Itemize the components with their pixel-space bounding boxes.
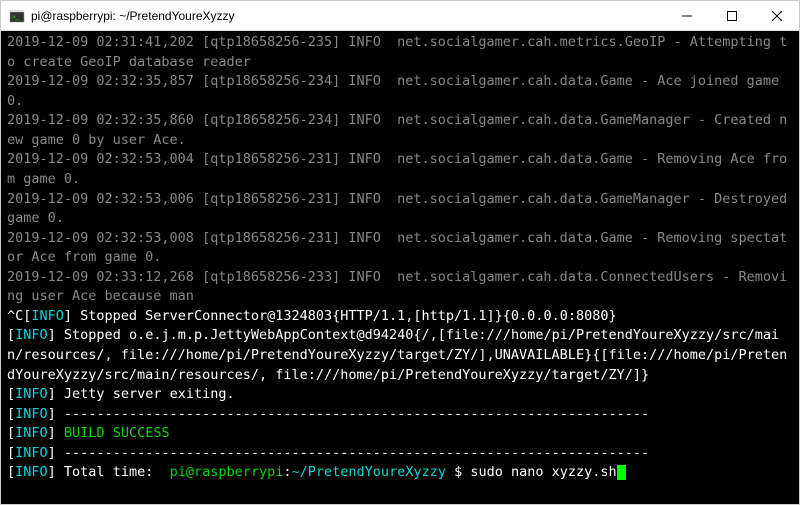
cursor — [617, 465, 626, 480]
log-text: ^C[ — [7, 308, 31, 324]
log-line: 2019-12-09 02:32:53,008 [qtp18658256-231… — [7, 230, 787, 266]
prompt-user: pi@raspberrypi — [170, 464, 284, 480]
bracket: ] — [48, 386, 64, 402]
log-text: ] Stopped ServerConnector@1324803{HTTP/1… — [64, 308, 617, 324]
info-tag: INFO — [15, 445, 48, 461]
maximize-icon — [727, 11, 737, 21]
bracket: ] — [48, 406, 64, 422]
prompt-path: ~/PretendYoureXyzzy — [292, 464, 446, 480]
bracket: [ — [7, 425, 15, 441]
minimize-icon — [682, 11, 692, 21]
titlebar-controls — [664, 1, 799, 30]
prompt-sep: : — [283, 464, 291, 480]
divider: ----------------------------------------… — [64, 406, 649, 422]
build-success: BUILD SUCCESS — [64, 425, 170, 441]
log-line: 2019-12-09 02:32:35,857 [qtp18658256-234… — [7, 73, 787, 109]
close-button[interactable] — [754, 1, 799, 30]
divider: ----------------------------------------… — [64, 445, 649, 461]
command-input[interactable]: sudo nano xyzzy.sh — [470, 464, 616, 480]
minimize-button[interactable] — [664, 1, 709, 30]
terminal-output[interactable]: 2019-12-09 02:31:41,202 [qtp18658256-235… — [1, 31, 799, 504]
info-tag: INFO — [15, 406, 48, 422]
bracket: [ — [7, 406, 15, 422]
total-time-label: Total time: — [64, 464, 170, 480]
info-tag: INFO — [31, 308, 64, 324]
bracket: ] — [48, 445, 64, 461]
bracket: [ — [7, 386, 15, 402]
info-tag: INFO — [15, 386, 48, 402]
log-text: Stopped o.e.j.m.p.JettyWebAppContext@d94… — [7, 327, 787, 382]
info-tag: INFO — [15, 464, 48, 480]
close-icon — [772, 11, 782, 21]
info-tag: INFO — [15, 327, 48, 343]
log-line: 2019-12-09 02:32:53,006 [qtp18658256-231… — [7, 191, 795, 227]
titlebar[interactable]: >_ pi@raspberrypi: ~/PretendYoureXyzzy — [1, 1, 799, 31]
log-line: 2019-12-09 02:32:35,860 [qtp18658256-234… — [7, 112, 787, 148]
log-line: 2019-12-09 02:31:41,202 [qtp18658256-235… — [7, 34, 787, 70]
bracket: ] — [48, 425, 64, 441]
info-tag: INFO — [15, 425, 48, 441]
maximize-button[interactable] — [709, 1, 754, 30]
bracket: [ — [7, 445, 15, 461]
log-text: Jetty server exiting. — [64, 386, 235, 402]
bracket: ] — [48, 327, 64, 343]
app-icon: >_ — [9, 8, 25, 24]
prompt-dollar: $ — [446, 464, 470, 480]
log-line: 2019-12-09 02:33:12,268 [qtp18658256-233… — [7, 269, 787, 305]
bracket: [ — [7, 464, 15, 480]
terminal-window: >_ pi@raspberrypi: ~/PretendYoureXyzzy 2… — [0, 0, 800, 505]
bracket: ] — [48, 464, 64, 480]
log-line: 2019-12-09 02:32:53,004 [qtp18658256-231… — [7, 151, 787, 187]
bracket: [ — [7, 327, 15, 343]
svg-text:>_: >_ — [12, 14, 20, 21]
window-title: pi@raspberrypi: ~/PretendYoureXyzzy — [31, 9, 664, 23]
